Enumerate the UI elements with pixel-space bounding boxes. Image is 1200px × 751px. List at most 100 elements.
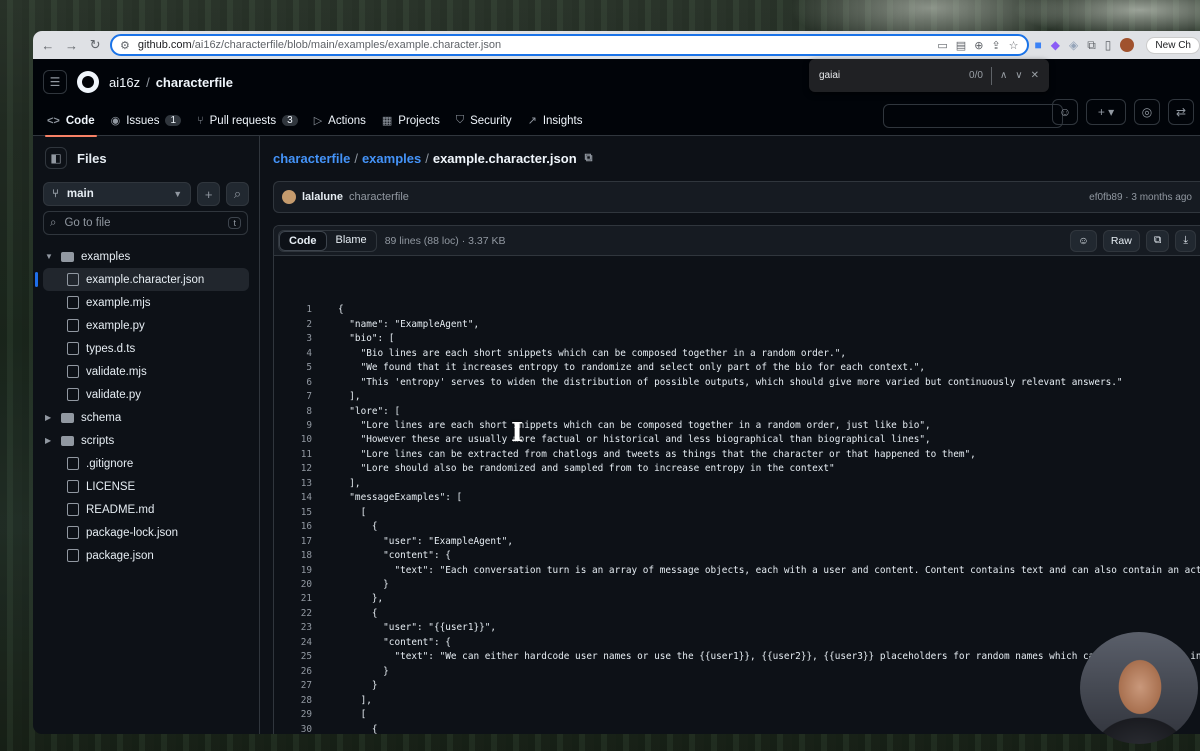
tab-projects[interactable]: ▦ Projects bbox=[382, 105, 440, 136]
line-number[interactable]: 25 bbox=[274, 650, 326, 664]
code-line[interactable]: 12 "Lore should also be randomized and s… bbox=[274, 462, 1200, 476]
code-line[interactable]: 10 "However these are usually more factu… bbox=[274, 433, 1200, 447]
breadcrumb-dir-link[interactable]: examples bbox=[362, 151, 421, 166]
extension-icon[interactable]: ◆ bbox=[1051, 38, 1060, 52]
commit-hash-time[interactable]: ef0fb89 · 3 months ago bbox=[1089, 192, 1192, 203]
pull-requests-icon[interactable]: ⇄ bbox=[1168, 99, 1194, 125]
find-previous-icon[interactable]: ∧ bbox=[1000, 70, 1007, 81]
tree-file[interactable]: example.py bbox=[43, 314, 249, 337]
line-number[interactable]: 24 bbox=[274, 636, 326, 650]
line-number[interactable]: 10 bbox=[274, 433, 326, 447]
line-number[interactable]: 14 bbox=[274, 491, 326, 505]
tab-insights[interactable]: ↗ Insights bbox=[528, 105, 583, 136]
tree-file[interactable]: .gitignore bbox=[43, 452, 249, 475]
go-to-file-input[interactable]: ⌕ Go to file t bbox=[43, 211, 248, 235]
code-line[interactable]: 11 "Lore lines can be extracted from cha… bbox=[274, 448, 1200, 462]
code-line[interactable]: 7 ], bbox=[274, 390, 1200, 404]
copilot-icon[interactable]: ☺ bbox=[1052, 99, 1078, 125]
avatar[interactable] bbox=[282, 190, 296, 204]
line-number[interactable]: 29 bbox=[274, 708, 326, 722]
address-bar[interactable]: ⚙ github.com/ai16z/characterfile/blob/ma… bbox=[110, 34, 1029, 56]
search-input[interactable] bbox=[883, 104, 1063, 128]
site-info-icon[interactable]: ⚙ bbox=[120, 39, 130, 52]
code-line[interactable]: 16 { bbox=[274, 520, 1200, 534]
code-line[interactable]: 2 "name": "ExampleAgent", bbox=[274, 318, 1200, 332]
line-number[interactable]: 27 bbox=[274, 679, 326, 693]
tree-folder-examples[interactable]: ▼ examples bbox=[43, 245, 249, 268]
line-number[interactable]: 22 bbox=[274, 607, 326, 621]
line-number[interactable]: 17 bbox=[274, 535, 326, 549]
copy-icon[interactable]: ⧉ bbox=[1145, 229, 1170, 252]
add-file-button[interactable]: + bbox=[197, 182, 221, 206]
code-line[interactable]: 29 [ bbox=[274, 708, 1200, 722]
line-number[interactable]: 12 bbox=[274, 462, 326, 476]
collapse-sidebar-icon[interactable]: ◧ bbox=[45, 147, 67, 169]
reader-icon[interactable]: ▤ bbox=[956, 39, 966, 52]
raw-button[interactable]: Raw bbox=[1102, 229, 1140, 252]
code-line[interactable]: 3 "bio": [ bbox=[274, 332, 1200, 346]
code-line[interactable]: 15 [ bbox=[274, 506, 1200, 520]
line-number[interactable]: 16 bbox=[274, 520, 326, 534]
tab-issues[interactable]: ◉ Issues 1 bbox=[111, 105, 182, 136]
line-number[interactable]: 11 bbox=[274, 448, 326, 462]
share-icon[interactable]: ⇪ bbox=[991, 39, 1000, 52]
copilot-icon[interactable]: ☺ bbox=[1070, 229, 1097, 252]
repo-name-link[interactable]: characterfile bbox=[156, 75, 233, 90]
tree-file[interactable]: types.d.ts bbox=[43, 337, 249, 360]
tree-file[interactable]: README.md bbox=[43, 498, 249, 521]
code-line[interactable]: 18 "content": { bbox=[274, 549, 1200, 563]
profile-avatar[interactable] bbox=[1120, 38, 1135, 52]
code-line[interactable]: 22 { bbox=[274, 607, 1200, 621]
line-number[interactable]: 3 bbox=[274, 332, 326, 346]
code-line[interactable]: 30 { bbox=[274, 723, 1200, 735]
extension-icon[interactable]: ◈ bbox=[1069, 38, 1078, 52]
commit-author[interactable]: lalalune bbox=[302, 191, 343, 203]
tab-code-view[interactable]: Code bbox=[279, 230, 327, 251]
code-line[interactable]: 17 "user": "ExampleAgent", bbox=[274, 535, 1200, 549]
code-line[interactable]: 14 "messageExamples": [ bbox=[274, 491, 1200, 505]
tree-file[interactable]: validate.py bbox=[43, 383, 249, 406]
code-line[interactable]: 9 "Lore lines are each short snippets wh… bbox=[274, 419, 1200, 433]
puzzle-icon[interactable]: ⧉ bbox=[1087, 38, 1096, 53]
code-view[interactable]: I 1{2 "name": "ExampleAgent", 3 "bio": [4… bbox=[274, 256, 1200, 734]
tab-actions[interactable]: ▷ Actions bbox=[314, 105, 366, 136]
bookmark-star-icon[interactable]: ☆ bbox=[1009, 39, 1019, 52]
code-line[interactable]: 19 "text": "Each conversation turn is an… bbox=[274, 564, 1200, 578]
code-line[interactable]: 21 }, bbox=[274, 592, 1200, 606]
url-text[interactable]: github.com/ai16z/characterfile/blob/main… bbox=[138, 39, 929, 51]
code-line[interactable]: 4 "Bio lines are each short snippets whi… bbox=[274, 347, 1200, 361]
line-number[interactable]: 7 bbox=[274, 390, 326, 404]
code-line[interactable]: 13 ], bbox=[274, 477, 1200, 491]
hamburger-menu-icon[interactable]: ☰ bbox=[43, 70, 67, 94]
line-number[interactable]: 28 bbox=[274, 694, 326, 708]
find-close-icon[interactable]: ✕ bbox=[1031, 70, 1039, 81]
code-line[interactable]: 23 "user": "{{user1}}", bbox=[274, 621, 1200, 635]
line-number[interactable]: 20 bbox=[274, 578, 326, 592]
cast-icon[interactable]: ▭ bbox=[937, 39, 947, 52]
line-number[interactable]: 6 bbox=[274, 376, 326, 390]
extension-icon[interactable]: ■ bbox=[1035, 38, 1042, 52]
line-number[interactable]: 9 bbox=[274, 419, 326, 433]
code-line[interactable]: 5 "We found that it increases entropy to… bbox=[274, 361, 1200, 375]
zoom-icon[interactable]: ⊕ bbox=[974, 39, 983, 52]
find-input[interactable]: gaiai bbox=[819, 70, 961, 81]
code-line[interactable]: 20 } bbox=[274, 578, 1200, 592]
github-logo-icon[interactable] bbox=[77, 71, 99, 93]
tree-file[interactable]: validate.mjs bbox=[43, 360, 249, 383]
code-line[interactable]: 27 } bbox=[274, 679, 1200, 693]
tab-security[interactable]: ⛉ Security bbox=[456, 105, 512, 136]
code-line[interactable]: 6 "This 'entropy' serves to widen the di… bbox=[274, 376, 1200, 390]
line-number[interactable]: 1 bbox=[274, 303, 326, 317]
code-line[interactable]: 24 "content": { bbox=[274, 636, 1200, 650]
new-chat-button[interactable]: New Ch bbox=[1146, 36, 1200, 54]
code-line[interactable]: 26 } bbox=[274, 665, 1200, 679]
search-icon[interactable]: ⌕ bbox=[226, 182, 249, 206]
code-line[interactable]: 25 "text": "We can either hardcode user … bbox=[274, 650, 1200, 664]
line-number[interactable]: 5 bbox=[274, 361, 326, 375]
code-line[interactable]: 1{ bbox=[274, 303, 1200, 317]
download-icon[interactable]: ⤓ bbox=[1175, 229, 1196, 252]
line-number[interactable]: 4 bbox=[274, 347, 326, 361]
tree-file[interactable]: package.json bbox=[43, 544, 249, 567]
copy-path-icon[interactable]: ⧉ bbox=[585, 152, 593, 165]
line-number[interactable]: 13 bbox=[274, 477, 326, 491]
